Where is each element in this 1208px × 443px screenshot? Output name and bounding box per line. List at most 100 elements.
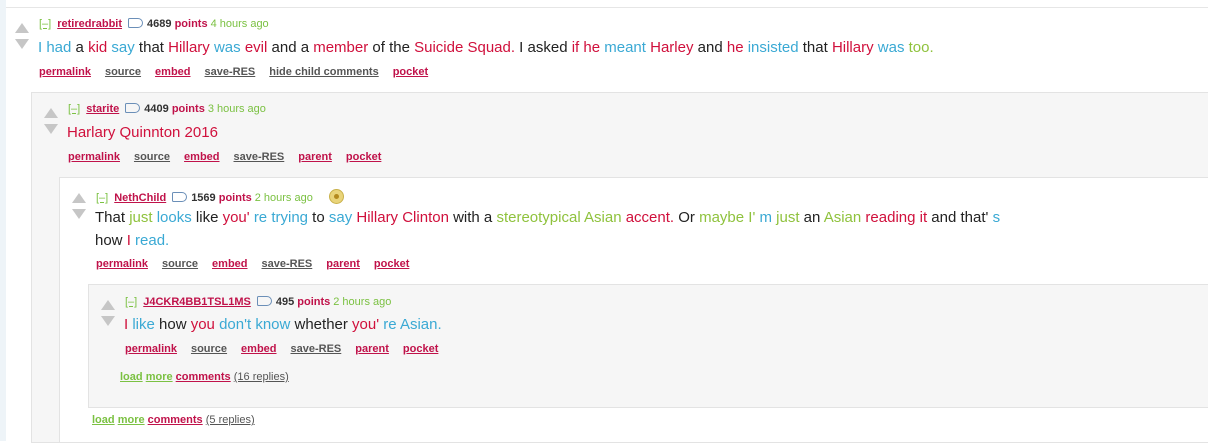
upvote-arrow-icon[interactable] (44, 108, 58, 118)
comment-word: don't (219, 316, 252, 333)
downvote-arrow-icon[interactable] (72, 209, 86, 219)
comment-word: and (693, 39, 727, 56)
load-more-comments[interactable]: load more comments (5 replies) (92, 414, 255, 426)
top-divider (6, 7, 1208, 8)
score-value: 495 (275, 296, 295, 308)
reply-count[interactable]: (16 replies) (234, 371, 289, 383)
save-res-link[interactable]: save-RES (234, 151, 285, 163)
comment-word: say (328, 209, 353, 226)
timestamp[interactable]: 2 hours ago (255, 192, 313, 204)
comment-word: was (877, 39, 905, 56)
timestamp[interactable]: 4 hours ago (211, 18, 269, 30)
comment-body: Harlary Quinnton 2016 (67, 121, 1167, 144)
vote-arrows (14, 23, 30, 49)
comment-word: that (798, 39, 832, 56)
user-tag-icon[interactable] (125, 103, 141, 113)
author-link[interactable]: starite (86, 103, 119, 115)
points-label: points (174, 18, 208, 30)
user-tag-icon[interactable] (172, 192, 188, 202)
comment-word: Hillary Clinton (356, 209, 449, 226)
downvote-arrow-icon[interactable] (44, 124, 58, 134)
source-link[interactable]: source (191, 343, 227, 355)
permalink-link[interactable]: permalink (68, 151, 120, 163)
pocket-link[interactable]: pocket (393, 66, 428, 78)
timestamp[interactable]: 3 hours ago (208, 103, 266, 115)
pocket-link[interactable]: pocket (403, 343, 438, 355)
user-tag-icon[interactable] (256, 296, 272, 306)
collapse-toggle[interactable]: [–] (125, 296, 137, 308)
collapse-toggle[interactable]: [–] (96, 192, 108, 204)
load-more-load[interactable]: load (120, 371, 143, 383)
comment-word: stereotypical (496, 209, 581, 226)
upvote-arrow-icon[interactable] (72, 193, 86, 203)
comment-word: That (95, 209, 130, 226)
comment-word: reading (865, 209, 916, 226)
reply-count[interactable]: (5 replies) (206, 414, 255, 426)
permalink-link[interactable]: permalink (125, 343, 177, 355)
downvote-arrow-icon[interactable] (15, 39, 29, 49)
comment-word: just (129, 209, 153, 226)
score-value: 1569 (191, 192, 216, 204)
load-more-more[interactable]: more (146, 371, 173, 383)
comment-word: had (46, 39, 72, 56)
comment-buttons: permalink source embed save-RES hide child c… (39, 66, 442, 78)
author-link[interactable]: NethChild (114, 192, 166, 204)
downvote-arrow-icon[interactable] (101, 316, 115, 326)
comment-word: insisted (747, 39, 799, 56)
points-label: points (171, 103, 205, 115)
comment-word: he (583, 39, 601, 56)
comment-word: you' (222, 209, 250, 226)
parent-link[interactable]: parent (298, 151, 332, 163)
embed-link[interactable]: embed (155, 66, 190, 78)
comment-word: member (313, 39, 369, 56)
award-icon[interactable] (328, 189, 344, 204)
load-more-comments[interactable]: load more comments (16 replies) (120, 371, 289, 383)
parent-link[interactable]: parent (326, 258, 360, 270)
comment-word: like (132, 316, 155, 333)
comment-word: I asked (515, 39, 572, 56)
points-label: points (218, 192, 252, 204)
comment-word: evil (244, 39, 268, 56)
timestamp[interactable]: 2 hours ago (333, 296, 391, 308)
comment-word: s (992, 209, 1001, 226)
comment-word: trying (271, 209, 309, 226)
permalink-link[interactable]: permalink (96, 258, 148, 270)
embed-link[interactable]: embed (241, 343, 276, 355)
save-res-link[interactable]: save-RES (262, 258, 313, 270)
author-link[interactable]: J4CKR4BB1TSL1MS (143, 296, 251, 308)
load-more-comments-label[interactable]: comments (148, 414, 203, 426)
comment-word: he (726, 39, 744, 56)
comment-body: That just looks like you' re trying to s… (95, 206, 1020, 252)
comment-word: m (759, 209, 773, 226)
author-link[interactable]: retiredrabbit (57, 18, 122, 30)
upvote-arrow-icon[interactable] (15, 23, 29, 33)
comment-word: you (190, 316, 215, 333)
load-more-more[interactable]: more (118, 414, 145, 426)
load-more-comments-label[interactable]: comments (176, 371, 231, 383)
comment-word: too. (908, 39, 934, 56)
comment-word: of the (368, 39, 415, 56)
upvote-arrow-icon[interactable] (101, 300, 115, 310)
source-link[interactable]: source (105, 66, 141, 78)
permalink-link[interactable]: permalink (39, 66, 91, 78)
collapse-toggle[interactable]: [–] (68, 103, 80, 115)
source-link[interactable]: source (134, 151, 170, 163)
hide-child-comments-link[interactable]: hide child comments (269, 66, 378, 78)
embed-link[interactable]: embed (212, 258, 247, 270)
load-more-load[interactable]: load (92, 414, 115, 426)
comment-body: I had a kid say that Hillary was evil an… (38, 36, 1188, 59)
source-link[interactable]: source (162, 258, 198, 270)
comment-word: maybe (699, 209, 745, 226)
parent-link[interactable]: parent (355, 343, 389, 355)
user-tag-icon[interactable] (128, 18, 144, 28)
comment-word: Asian (584, 209, 622, 226)
save-res-link[interactable]: save-RES (291, 343, 342, 355)
comment-word: say (111, 39, 135, 56)
comment-word: that (134, 39, 169, 56)
embed-link[interactable]: embed (184, 151, 219, 163)
save-res-link[interactable]: save-RES (205, 66, 256, 78)
comment-tagline: [–] J4CKR4BB1TSL1MS 495 points 2 hours ago (125, 296, 391, 308)
collapse-toggle[interactable]: [–] (39, 18, 51, 30)
pocket-link[interactable]: pocket (346, 151, 381, 163)
pocket-link[interactable]: pocket (374, 258, 409, 270)
